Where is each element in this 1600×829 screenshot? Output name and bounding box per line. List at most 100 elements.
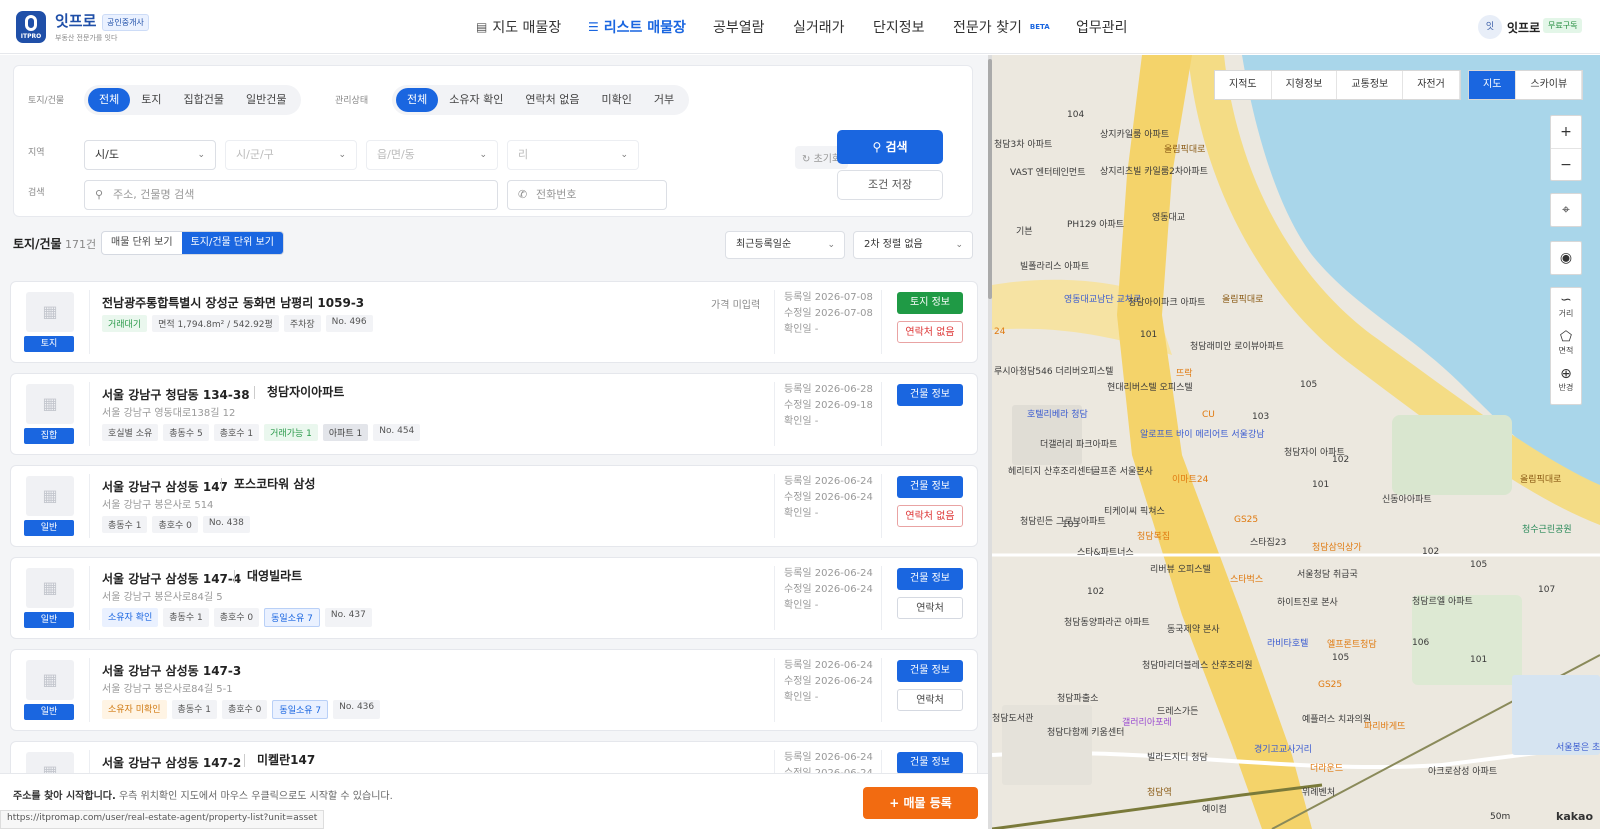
sigungu-select[interactable]: 시/군/구 ⌄ — [225, 140, 357, 170]
map-place-label: 아크로삼성 아파트 — [1428, 767, 1498, 777]
address-search-input[interactable]: ⚲ 주소, 건물명 검색 — [84, 180, 498, 210]
map-place-label: 더갤러리 파크아파트 — [1040, 440, 1118, 450]
building-name: 포스코타워 삼성 — [221, 478, 315, 491]
nav-work-management[interactable]: 업무관리 — [1076, 0, 1128, 54]
user-name[interactable]: 잇프로 — [1507, 19, 1540, 36]
pin-button[interactable]: ◉ — [1550, 241, 1582, 275]
building-info-button[interactable]: 건물 정보 — [897, 752, 963, 774]
view-by-listing[interactable]: 매물 단위 보기 — [102, 232, 182, 254]
list-item[interactable]: ▦ 일반 서울 강남구 삼성동 147 포스코타워 삼성 서울 강남구 봉은사로… — [10, 465, 978, 547]
status-option-no-contact[interactable]: 연락처 없음 — [514, 88, 590, 112]
property-type-badge: 일반 — [24, 612, 74, 628]
status-filter-group: 전체 소유자 확인 연락처 없음 미확인 거부 — [392, 85, 690, 115]
image-placeholder-icon: ▦ — [26, 384, 74, 424]
property-address[interactable]: 서울 강남구 삼성동 147-4 — [102, 570, 241, 587]
status-option-owner-confirmed[interactable]: 소유자 확인 — [438, 88, 514, 112]
status-option-all[interactable]: 전체 — [396, 88, 439, 112]
contact-button[interactable]: 연락처 — [897, 597, 963, 619]
current-location-button[interactable]: ⌖ — [1550, 193, 1582, 227]
radius-icon: ⊕ — [1560, 366, 1572, 382]
zoom-in-button[interactable]: + — [1551, 116, 1581, 149]
property-address[interactable]: 서울 강남구 삼성동 147 — [102, 478, 228, 495]
radius-tool[interactable]: ⊕ 반경 — [1551, 366, 1581, 403]
list-item[interactable]: ▦ 일반 서울 강남구 삼성동 147-4 대영빌라트 서울 강남구 봉은사로8… — [10, 557, 978, 639]
layer-terrain[interactable]: 지형정보 — [1272, 71, 1338, 99]
no-contact-button[interactable]: 연락처 없음 — [897, 321, 963, 343]
building-info-button[interactable]: 건물 정보 — [897, 476, 963, 498]
tag: 주차장 — [283, 315, 321, 332]
phone-input[interactable]: ✆ 전화번호 — [507, 180, 667, 210]
type-option-collective[interactable]: 집합건물 — [173, 88, 235, 112]
view-by-asset[interactable]: 토지/건물 단위 보기 — [181, 232, 283, 254]
area-tool[interactable]: ⬠ 면적 — [1551, 329, 1581, 366]
nav-map-listing[interactable]: ▤ 지도 매물장 — [476, 0, 561, 54]
sido-select[interactable]: 시/도 ⌄ — [84, 140, 216, 170]
save-condition-button[interactable]: 조건 저장 — [837, 170, 943, 200]
map-place-label: 청담르엘 아파트 — [1412, 597, 1473, 607]
list-item[interactable]: ▦ 토지 전남광주통합특별시 장성군 동화면 남평리 1059-3 가격 미입력… — [10, 281, 978, 363]
sort-secondary-select[interactable]: 2차 정렬 없음 ⌄ — [853, 231, 973, 259]
search-button[interactable]: ⚲ 검색 — [837, 130, 943, 164]
map-place-label: 102 — [1087, 587, 1105, 597]
map-place-label: 올림픽대로 — [1520, 475, 1562, 485]
property-address[interactable]: 서울 강남구 삼성동 147-3 — [102, 662, 241, 679]
sort-primary-select[interactable]: 최근등록일순 ⌄ — [725, 231, 845, 259]
tag: No. 436 — [333, 700, 381, 719]
building-info-button[interactable]: 건물 정보 — [897, 384, 963, 406]
date-info: 등록일 2026-06-24 수정일 2026-06-24 확인일 - — [784, 476, 873, 519]
chevron-down-icon: ⌄ — [479, 150, 487, 160]
type-option-general[interactable]: 일반건물 — [235, 88, 297, 112]
image-placeholder-icon: ▦ — [26, 660, 74, 700]
layer-cadastral[interactable]: 지적도 — [1215, 71, 1272, 99]
brand-badge: 공인중개사 — [102, 14, 149, 31]
building-info-button[interactable]: 건물 정보 — [897, 660, 963, 682]
zoom-out-button[interactable]: − — [1551, 149, 1581, 181]
logo-icon[interactable]: ITPRO — [16, 11, 46, 43]
layer-bicycle[interactable]: 자전거 — [1403, 71, 1460, 99]
property-address[interactable]: 서울 강남구 청담동 134-38 — [102, 386, 250, 403]
status-filter-label: 관리상태 — [335, 96, 369, 106]
nav-find-expert[interactable]: 전문가 찾기 BETA — [953, 0, 1050, 54]
nav-list-listing[interactable]: ☰ 리스트 매물장 — [588, 0, 686, 54]
building-info-button[interactable]: 건물 정보 — [897, 568, 963, 590]
search-icon: ⚲ — [872, 140, 886, 154]
avatar[interactable]: 잇 — [1478, 15, 1502, 39]
map-place-label: GS25 — [1234, 515, 1259, 525]
property-address[interactable]: 서울 강남구 삼성동 147-2 — [102, 754, 241, 771]
type-option-all[interactable]: 전체 — [88, 88, 131, 112]
subscription-badge: 무료구독 — [1543, 18, 1583, 33]
map-place-label: 상지카일룸 아파트 — [1100, 130, 1170, 140]
brand-name[interactable]: 잇프로 — [55, 10, 96, 31]
no-contact-button[interactable]: 연락처 없음 — [897, 505, 963, 527]
status-option-unconfirmed[interactable]: 미확인 — [590, 88, 642, 112]
area-icon: ⬠ — [1559, 329, 1573, 345]
tag: No. 496 — [325, 315, 373, 332]
list-item[interactable]: ▦ 일반 서울 강남구 삼성동 147-3 서울 강남구 봉은사로84길 5-1… — [10, 649, 978, 731]
view-map[interactable]: 지도 — [1469, 71, 1517, 99]
view-skyview[interactable]: 스카이뷰 — [1516, 71, 1583, 99]
land-info-button[interactable]: 토지 정보 — [897, 292, 963, 314]
map-place-label: 기븐 — [1016, 227, 1033, 237]
distance-tool[interactable]: ∽ 거리 — [1551, 292, 1581, 329]
contact-button[interactable]: 연락처 — [897, 689, 963, 711]
property-address[interactable]: 전남광주통합특별시 장성군 동화면 남평리 1059-3 — [102, 294, 364, 311]
eupmyeondong-select[interactable]: 읍/면/동 ⌄ — [366, 140, 498, 170]
nav-real-price[interactable]: 실거래가 — [793, 0, 845, 54]
status-option-rejected[interactable]: 거부 — [643, 88, 685, 112]
nav-registry[interactable]: 공부열람 — [713, 0, 765, 54]
list-item[interactable]: ▦ 집합 서울 강남구 청담동 134-38 청담자이아파트 서울 강남구 영동… — [10, 373, 978, 455]
nav-complex-info[interactable]: 단지정보 — [873, 0, 925, 54]
tag: No. 437 — [324, 608, 372, 627]
map-place-label: 현대리버스텔 오피스텔 — [1107, 383, 1193, 393]
map-place-label: 상지리츠빌 카일룸2차아파트 — [1100, 167, 1208, 177]
map-view[interactable]: 지적도 지형정보 교통정보 자전거 지도 스카이뷰 104 상지카일룸 아파트 … — [992, 55, 1600, 829]
ri-select[interactable]: 리 ⌄ — [507, 140, 639, 170]
register-listing-button[interactable]: + 매물 등록 — [863, 787, 978, 819]
map-place-label: 102 — [1422, 547, 1440, 557]
layer-traffic[interactable]: 교통정보 — [1337, 71, 1404, 99]
map-place-label: 동국제약 본사 — [1167, 625, 1220, 635]
beta-badge: BETA — [1029, 23, 1050, 31]
map-place-label: 호텔리베라 청담 — [1027, 410, 1088, 420]
type-option-land[interactable]: 토지 — [130, 88, 172, 112]
list-panel: 토지/건물 전체 토지 집합건물 일반건물 관리상태 전체 소유자 확인 연락처… — [0, 55, 988, 829]
